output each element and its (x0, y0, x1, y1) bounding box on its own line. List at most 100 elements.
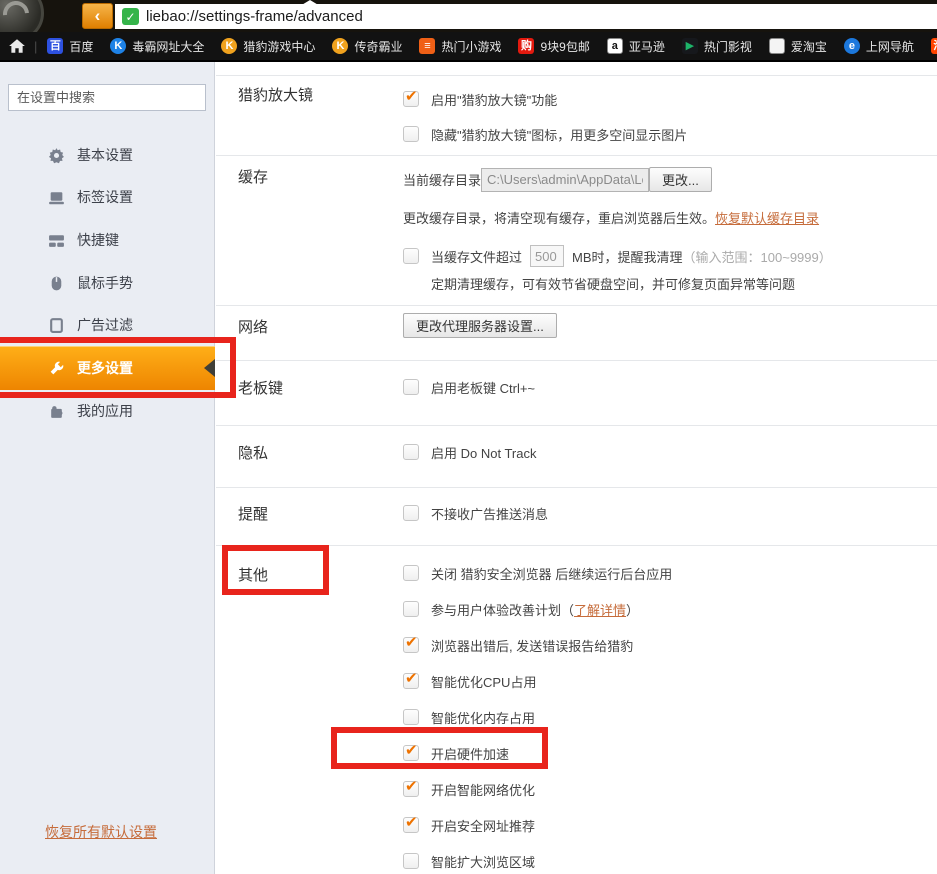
shopping-icon: 购 (518, 38, 534, 54)
checkbox-label: 智能优化CPU占用 (431, 672, 536, 691)
checkbox-label: 开启智能网络优化 (431, 780, 535, 799)
chuanqi-icon: K (332, 38, 348, 54)
sidebar-item-ad-filter[interactable]: 广告过滤 (0, 304, 215, 346)
checkbox-label: 开启硬件加速 (431, 744, 509, 763)
checkbox-label: 启用老板键 Ctrl+~ (431, 378, 535, 397)
checkbox-label: 智能优化内存占用 (431, 708, 535, 727)
shortcut-grid-icon (48, 232, 65, 249)
checkbox[interactable] (403, 637, 419, 653)
checkbox-row: 开启安全网址推荐 (403, 815, 937, 835)
checkbox-row: 智能优化CPU占用 (403, 671, 937, 691)
checkbox[interactable] (403, 379, 419, 395)
cache-dir-input[interactable] (481, 168, 649, 192)
cache-tip: 定期清理缓存，可有效节省硬盘空间，并可修复页面异常等问题 (431, 274, 937, 293)
sidebar-item-advanced[interactable]: 更多设置 (0, 346, 215, 390)
section-title: 网络 (238, 316, 268, 337)
bookmark-item[interactable]: e上网导航 (844, 38, 914, 55)
sidebar-item-mouse-gestures[interactable]: 鼠标手势 (0, 262, 215, 304)
cache-limit-prefix: 当缓存文件超过 (431, 247, 522, 266)
ad-filter-icon (48, 317, 65, 334)
cache-limit-input[interactable] (530, 245, 564, 267)
checkbox-row: 参与用户体验改善计划（了解详情） (403, 599, 937, 619)
checkbox[interactable] (403, 91, 419, 107)
section-privacy: 隐私 启用 Do Not Track (216, 425, 937, 487)
section-title: 猎豹放大镜 (238, 84, 313, 105)
checkbox[interactable] (403, 781, 419, 797)
checkbox[interactable] (403, 505, 419, 521)
sidebar-item-tabs[interactable]: 标签设置 (0, 176, 215, 218)
bookmark-label: 热门小游戏 (441, 38, 501, 55)
reset-all-defaults-link[interactable]: 恢复所有默认设置 (45, 822, 157, 842)
bookmark-label: 亚马逊 (629, 38, 665, 55)
bookmark-item[interactable]: 淘天猫精选 (931, 38, 937, 55)
back-chevron-icon: ‹ (95, 6, 101, 26)
checkbox-label: 开启安全网址推荐 (431, 816, 535, 835)
bookmark-item[interactable]: K 传奇霸业 (332, 38, 402, 55)
cache-dir-row: 当前缓存目录 更改... (403, 156, 937, 192)
checkbox[interactable] (403, 126, 419, 142)
sidebar-item-shortcuts[interactable]: 快捷键 (0, 219, 215, 261)
proxy-settings-button[interactable]: 更改代理服务器设置... (403, 313, 557, 338)
bookmark-label: 热门影视 (704, 38, 752, 55)
section-title: 缓存 (238, 166, 268, 187)
restore-cache-dir-link[interactable]: 恢复默认缓存目录 (715, 211, 819, 226)
puzzle-icon (48, 403, 65, 420)
cache-limit-hint: （输入范围：100~9999） (683, 247, 832, 266)
bookmark-item[interactable]: 爱淘宝 (769, 38, 827, 55)
checkbox[interactable] (403, 565, 419, 581)
checkbox[interactable] (403, 248, 419, 264)
section-network: 网络 更改代理服务器设置... (216, 305, 937, 360)
checkbox-row: 智能扩大浏览区域 (403, 851, 937, 871)
bookmark-item[interactable]: a亚马逊 (607, 38, 665, 55)
baidu-icon: 百 (47, 38, 63, 54)
checkbox-label: 启用"猎豹放大镜"功能 (431, 90, 557, 109)
url-text[interactable]: liebao://settings-frame/advanced (146, 8, 363, 25)
checkbox-label: 参与用户体验改善计划（ (431, 600, 574, 619)
bookmark-label: 9块9包邮 (540, 38, 589, 55)
checkbox-label: 浏览器出错后, 发送错误报告给猎豹 (431, 636, 633, 655)
checkbox[interactable] (403, 601, 419, 617)
sidebar-item-label: 我的应用 (77, 401, 133, 421)
section-other: 其他 关闭 猎豹安全浏览器 后继续运行后台应用 参与用户体验改善计划（了解详情）… (216, 545, 937, 874)
checkbox-row: 关闭 猎豹安全浏览器 后继续运行后台应用 (403, 563, 937, 583)
learn-more-link[interactable]: 了解详情 (574, 600, 626, 619)
bookmark-item[interactable]: ▶热门影视 (682, 38, 752, 55)
bookmark-item[interactable]: 百百度 (47, 38, 93, 55)
home-icon[interactable] (8, 37, 26, 55)
bookmark-item[interactable]: K毒霸网址大全 (110, 38, 204, 55)
bookmarks-list: 百百度 K毒霸网址大全 K猎豹游戏中心 K 传奇霸业 ≡热门小游戏 购 9块9包邮 a亚马逊 ▶热… (47, 38, 937, 55)
settings-search-input[interactable] (8, 84, 206, 111)
checkbox[interactable] (403, 709, 419, 725)
bookmark-item[interactable]: K猎豹游戏中心 (221, 38, 315, 55)
back-button[interactable]: ‹ (82, 3, 113, 29)
checkbox[interactable] (403, 817, 419, 833)
gear-icon (48, 147, 65, 164)
bookmark-label: 传奇霸业 (354, 38, 402, 55)
checkbox-row: 浏览器出错后, 发送错误报告给猎豹 (403, 635, 937, 655)
checkbox-row: 启用"猎豹放大镜"功能 (403, 89, 937, 109)
aitaobao-icon (769, 38, 785, 54)
sidebar-item-basic[interactable]: 基本设置 (0, 134, 215, 176)
address-bar[interactable]: ✓ liebao://settings-frame/advanced (115, 4, 937, 29)
checkbox-label: 启用 Do Not Track (431, 443, 536, 462)
checkbox[interactable] (403, 853, 419, 869)
bookmark-label: 猎豹游戏中心 (243, 38, 315, 55)
sidebar-item-my-apps[interactable]: 我的应用 (0, 390, 215, 432)
sidebar-item-label: 鼠标手势 (77, 273, 133, 293)
browser-titlebar: ‹ ✓ liebao://settings-frame/advanced (0, 0, 937, 32)
bookmark-item[interactable]: 购 9块9包邮 (518, 38, 589, 55)
change-dir-button[interactable]: 更改... (649, 167, 712, 192)
sidebar-item-label: 更多设置 (77, 358, 133, 378)
checkbox[interactable] (403, 745, 419, 761)
section-title: 提醒 (238, 503, 268, 524)
checkbox[interactable] (403, 673, 419, 689)
checkbox[interactable] (403, 444, 419, 460)
cache-dir-label: 当前缓存目录 (403, 170, 481, 189)
tab-pointer-notch (300, 0, 320, 6)
section-bosskey: 老板键 启用老板键 Ctrl+~ (216, 360, 937, 425)
checkbox-label: 关闭 猎豹安全浏览器 后继续运行后台应用 (431, 564, 672, 583)
selected-item-notch (204, 359, 215, 377)
bookmark-item[interactable]: ≡热门小游戏 (419, 38, 501, 55)
checkbox-label-suffix: ） (626, 600, 639, 619)
bookmark-label: 爱淘宝 (791, 38, 827, 55)
